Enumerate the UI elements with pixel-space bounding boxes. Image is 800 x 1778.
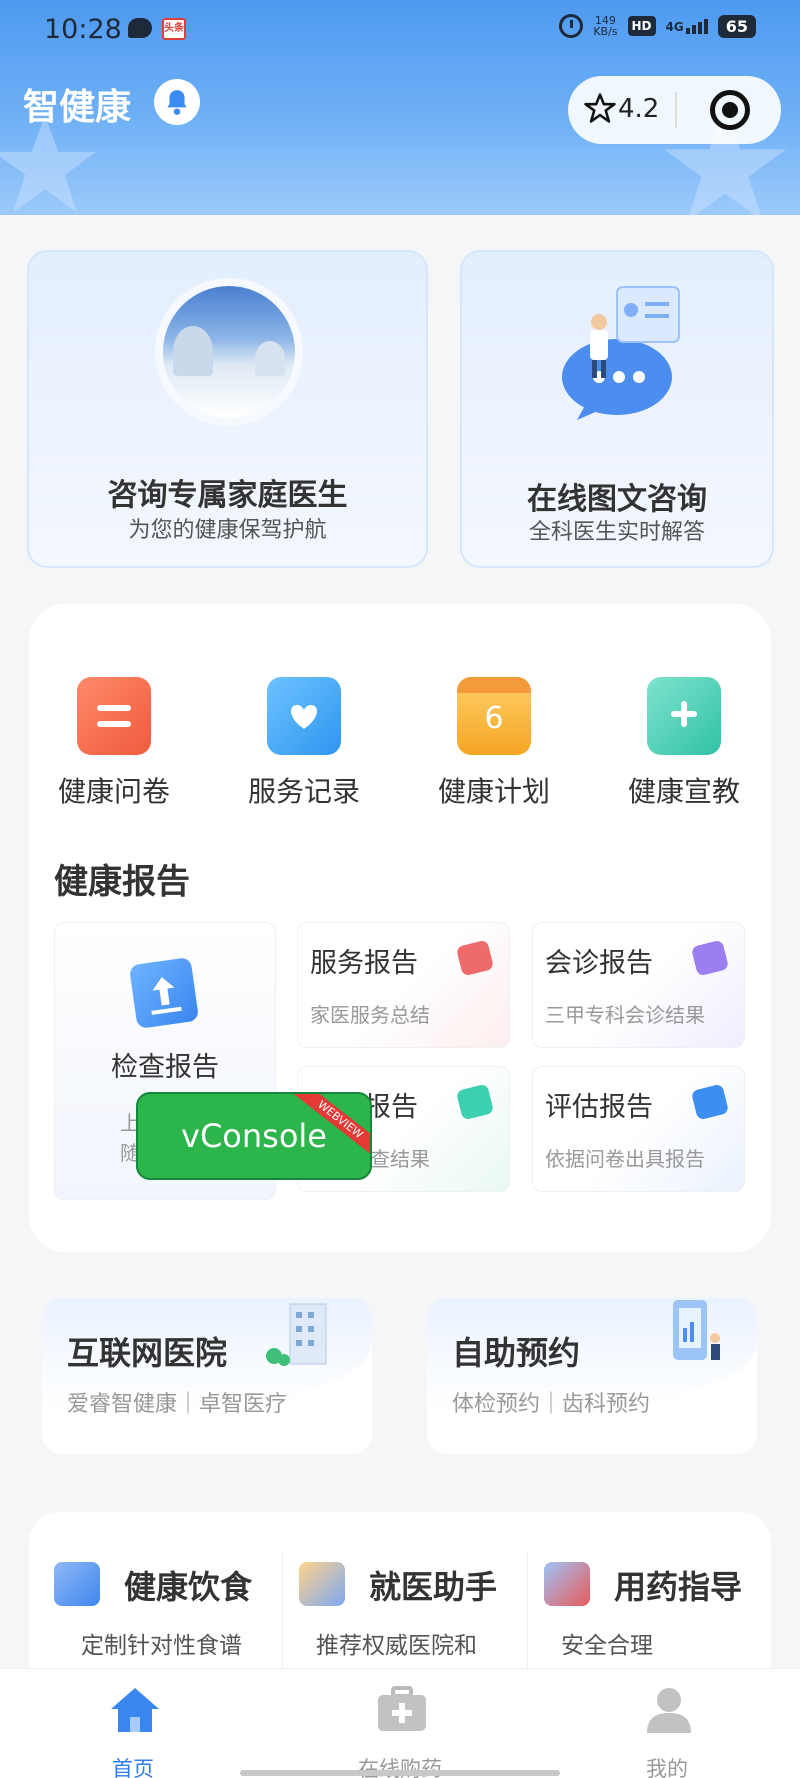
education-icon [647, 677, 721, 755]
upload-icon [128, 956, 200, 1030]
service-label: 健康计划 [437, 775, 550, 808]
feature-title: 健康饮食 [124, 1568, 253, 1606]
tab-mine[interactable]: 我的 [534, 1669, 800, 1778]
home-icon [111, 1688, 159, 1732]
doctor-avatar [155, 278, 303, 426]
feature-subtitle: 推荐权威医院和 [316, 1633, 477, 1659]
self-appointment-card[interactable]: 自助预约 体检预约｜齿科预约 [427, 1298, 757, 1454]
service-health-plan[interactable]: 6 健康计划 [414, 677, 574, 810]
report-title: 服务报告 [310, 948, 418, 979]
user-icon [647, 1688, 691, 1733]
vconsole-label: vConsole [181, 1117, 327, 1155]
report-subtitle: 家医服务总结 [310, 1003, 430, 1027]
calendar-icon: 6 [457, 677, 531, 755]
medical-assistant-icon [299, 1562, 345, 1606]
feature-divider [527, 1552, 528, 1672]
vconsole-button[interactable]: vConsole WEBVIEW [136, 1092, 372, 1180]
internet-hospital-subtitle: 爱睿智健康｜卓智医疗 [67, 1392, 288, 1417]
report-subtitle: 三甲专科会诊结果 [545, 1003, 705, 1027]
home-indicator [240, 1770, 560, 1776]
record-icon [267, 677, 341, 755]
tab-label: 我的 [646, 1757, 688, 1778]
family-doctor-title: 咨询专属家庭医生 [107, 478, 348, 513]
online-consult-card[interactable]: 在线图文咨询 全科医生实时解答 [460, 250, 774, 568]
online-consult-subtitle: 全科医生实时解答 [528, 520, 705, 545]
service-records[interactable]: 服务记录 [224, 677, 384, 810]
chat-notification-icon [128, 18, 152, 38]
service-health-education[interactable]: 健康宣教 [604, 677, 764, 810]
heart-report-icon [690, 939, 730, 977]
alarm-icon [559, 14, 584, 38]
battery-icon: 65 [717, 14, 756, 38]
self-appointment-title: 自助预约 [452, 1334, 581, 1372]
hospital-building-icon [266, 1303, 327, 1366]
internet-hospital-title: 互联网医院 [67, 1334, 228, 1372]
feature-subtitle: 定制针对性食谱 [81, 1633, 242, 1659]
online-chat-illustration-icon [562, 286, 680, 420]
capsule-divider [675, 92, 677, 128]
service-label: 健康宣教 [627, 775, 740, 808]
notification-button[interactable] [154, 79, 200, 125]
inspection-report-title: 检查报告 [111, 1052, 219, 1083]
diet-icon [54, 1562, 100, 1606]
service-report-card[interactable]: 服务报告 家医服务总结 [297, 922, 510, 1048]
close-mini-program-icon[interactable] [710, 90, 750, 130]
favorite-star-icon[interactable] [584, 92, 616, 124]
tab-label: 首页 [112, 1757, 154, 1778]
medicine-kit-icon [378, 1686, 426, 1731]
mini-program-capsule: 4.2 [568, 76, 781, 144]
feature-title: 用药指导 [614, 1568, 743, 1606]
service-label: 健康问卷 [57, 775, 170, 808]
rating-value: 4.2 [618, 94, 660, 124]
health-report-title: 健康报告 [54, 862, 190, 902]
report-subtitle: 依据问卷出具报告 [545, 1147, 705, 1171]
family-doctor-card[interactable]: 咨询专属家庭医生 为您的健康保驾护航 [27, 250, 428, 568]
hd-badge: HD [627, 16, 656, 36]
status-time: 10:28 [44, 14, 122, 45]
bell-icon [167, 90, 187, 115]
family-doctor-subtitle: 为您的健康保驾护航 [128, 518, 327, 543]
report-title: 评估报告 [545, 1092, 653, 1123]
bottom-tab-bar: 首页 在线购药 我的 [0, 1668, 800, 1778]
heart-report-icon [455, 939, 495, 977]
feature-subtitle: 安全合理 [561, 1633, 653, 1659]
tab-home[interactable]: 首页 [0, 1669, 266, 1778]
net-speed: 149 KB/s [593, 14, 618, 38]
service-label: 服务记录 [247, 775, 360, 808]
tab-online-pharmacy[interactable]: 在线购药 [267, 1669, 533, 1778]
self-appointment-subtitle: 体检预约｜齿科预约 [452, 1392, 651, 1417]
medication-icon [544, 1562, 590, 1606]
consultation-report-card[interactable]: 会诊报告 三甲专科会诊结果 [532, 922, 745, 1048]
news-notification-icon: 头条 [162, 18, 186, 40]
questionnaire-icon [77, 677, 151, 755]
heart-report-icon [690, 1083, 730, 1121]
heart-report-icon [455, 1083, 495, 1121]
feature-divider [282, 1552, 283, 1672]
status-bar: 10:28 头条 149 KB/s HD 4G 65 [0, 0, 800, 62]
online-consult-title: 在线图文咨询 [527, 482, 707, 517]
internet-hospital-card[interactable]: 互联网医院 爱睿智健康｜卓智医疗 [42, 1298, 372, 1454]
assessment-report-card[interactable]: 评估报告 依据问卷出具报告 [532, 1066, 745, 1192]
phone-appointment-icon [673, 1300, 720, 1360]
app-title: 智健康 [23, 87, 132, 128]
report-title: 会诊报告 [545, 948, 653, 979]
feature-title: 就医助手 [369, 1568, 498, 1606]
signal-icon: 4G [666, 18, 708, 34]
service-health-questionnaire[interactable]: 健康问卷 [34, 677, 194, 810]
